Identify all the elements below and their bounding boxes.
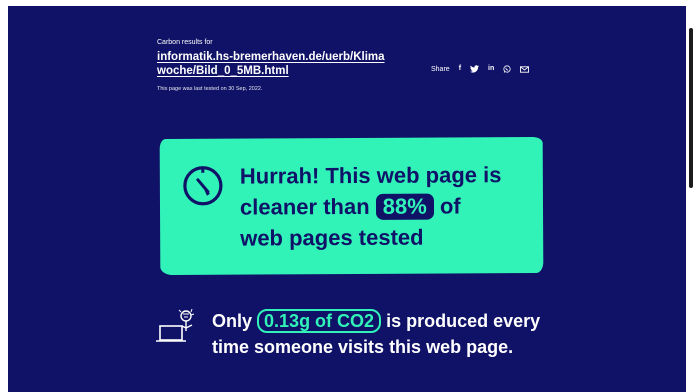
linkedin-icon[interactable]: in (488, 64, 494, 74)
hurrah-line-2: cleaner than 88% of (240, 190, 540, 223)
tested-url-link[interactable]: informatik.hs-bremerhaven.de/uerb/Klimaw… (157, 50, 387, 78)
cleaner-than-statement: Hurrah! This web page is cleaner than 88… (240, 159, 540, 254)
carbon-results-label: Carbon results for (157, 39, 213, 46)
of-text: of (439, 193, 461, 219)
percent-badge: 88% (375, 193, 434, 220)
share-bar: Share f in (431, 64, 530, 74)
share-label: Share (431, 65, 450, 73)
twitter-icon[interactable] (470, 65, 480, 73)
email-icon[interactable] (520, 65, 530, 73)
result-card: Hurrah! This web page is cleaner than 88… (159, 136, 544, 276)
hurrah-line-1: Hurrah! This web page is (239, 162, 502, 189)
co2-amount-badge: 0.13g of CO2 (257, 309, 382, 333)
page: Carbon results for informatik.hs-bremerh… (8, 6, 686, 392)
co2-statement: Only 0.13g of CO2 is produced every time… (212, 308, 552, 360)
last-tested-text: This page was last tested on 30 Sep, 202… (157, 86, 263, 92)
whatsapp-icon[interactable] (503, 65, 511, 73)
laptop-person-icon (156, 308, 195, 342)
co2-prefix: Only (212, 311, 253, 331)
scrollbar-thumb[interactable] (689, 28, 693, 188)
stopwatch-icon (183, 166, 223, 206)
facebook-icon[interactable]: f (459, 64, 461, 74)
cleaner-than-text: cleaner than (239, 193, 370, 220)
scrollbar[interactable] (686, 6, 696, 392)
hurrah-line-3: web pages tested (240, 224, 424, 251)
